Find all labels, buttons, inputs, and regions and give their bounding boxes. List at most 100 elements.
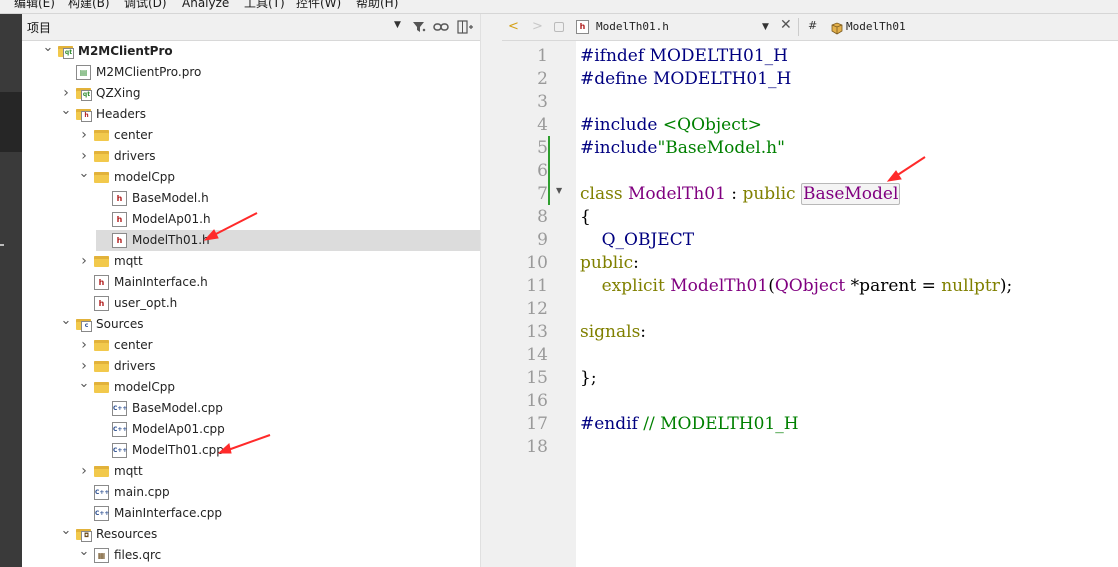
tree-item[interactable]: C++ ModelTh01.cpp (22, 440, 484, 461)
menu-item[interactable]: 构建(B) (68, 0, 110, 11)
fold-marker-icon[interactable]: ▼ (556, 186, 562, 195)
line-number: 13 (526, 322, 548, 342)
code-line[interactable]: #endif // MODELTH01_H (580, 413, 799, 436)
code-token: #endif (580, 414, 644, 434)
code-line[interactable]: { (580, 206, 591, 229)
tree-item[interactable]: C++ MainInterface.cpp (22, 503, 484, 524)
project-panel: 项目 ▼ ⌄ qt M2MClientPro ▤ M2MClientPro.pro › qt… (22, 14, 502, 567)
menu-item[interactable]: 控件(W) (296, 0, 341, 11)
code-line[interactable]: Q_OBJECT (580, 229, 694, 252)
tree-item-label: Resources (96, 527, 158, 541)
tree-item[interactable]: ⌄ qt M2MClientPro (22, 41, 484, 62)
forward-arrow-icon[interactable]: > (532, 19, 543, 34)
panel-splitter[interactable] (480, 14, 503, 567)
chevron-right-icon[interactable]: › (78, 254, 90, 268)
tree-item[interactable]: › center (22, 335, 484, 356)
code-line[interactable]: explicit ModelTh01(QObject *parent = nul… (580, 275, 1013, 298)
panel-view-selector[interactable]: 项目 (27, 19, 51, 36)
chevron-right-icon[interactable]: › (78, 338, 90, 352)
mode-edit-button[interactable] (0, 92, 22, 152)
chevron-down-icon[interactable]: ▼ (762, 22, 769, 32)
header-file-icon: h (112, 191, 127, 206)
split-icon[interactable] (456, 18, 474, 36)
code-token: : (633, 253, 639, 273)
chevron-down-icon[interactable]: ⌄ (78, 377, 90, 393)
tree-item-label: ModelTh01.h (132, 233, 210, 247)
header-file-icon: h (576, 20, 589, 34)
chevron-down-icon[interactable]: ⌄ (60, 314, 72, 330)
code-line[interactable]: #include"BaseModel.h" (580, 137, 785, 160)
code-line[interactable]: #define MODELTH01_H (580, 68, 791, 91)
code-line[interactable]: public: (580, 252, 639, 275)
code-line[interactable]: }; (580, 367, 597, 390)
menu-item[interactable]: 调试(D) (124, 0, 167, 11)
tree-item[interactable]: ⌄ modelCpp (22, 377, 484, 398)
code-line[interactable]: class ModelTh01 : public BaseModel (580, 183, 901, 206)
tree-item[interactable]: › drivers (22, 146, 484, 167)
tree-item[interactable]: h ModelAp01.h (22, 209, 484, 230)
tree-item[interactable]: h ModelTh01.h (96, 230, 484, 251)
menu-item[interactable]: 编辑(E) (14, 0, 55, 11)
tree-item[interactable]: › mqtt (22, 251, 484, 272)
tree-item[interactable]: › qt QZXing (22, 83, 484, 104)
tree-item[interactable]: h user_opt.h (22, 293, 484, 314)
sources-folder-icon: c (76, 319, 92, 332)
tree-item[interactable]: ⌄ ◘ Resources (22, 524, 484, 545)
tree-item-label: modelCpp (114, 380, 175, 394)
tree-item-label: BaseModel.cpp (132, 401, 223, 415)
tree-item[interactable]: ⌄ ▦ files.qrc (22, 545, 484, 566)
line-number: 2 (537, 69, 548, 89)
tree-item-label: Sources (96, 317, 144, 331)
chevron-down-icon[interactable]: ▼ (394, 20, 401, 30)
tree-item[interactable]: C++ BaseModel.cpp (22, 398, 484, 419)
tree-item[interactable]: ⌄ h Headers (22, 104, 484, 125)
symbol-selector[interactable]: ModelTh01 (846, 20, 906, 33)
link-editor-icon[interactable] (432, 18, 450, 36)
tree-item-label: main.cpp (114, 485, 170, 499)
document-selector[interactable]: ModelTh01.h (596, 20, 669, 33)
code-token: *parent = (845, 276, 942, 296)
tree-item[interactable]: ⌄ modelCpp (22, 167, 484, 188)
menu-item[interactable]: 帮助(H) (356, 0, 398, 11)
menu-item[interactable]: Analyze (182, 0, 229, 11)
chevron-down-icon[interactable]: ⌄ (78, 167, 90, 183)
folder-icon (94, 361, 109, 372)
chevron-down-icon[interactable]: ⌄ (60, 104, 72, 120)
close-document-icon[interactable]: ✕ (780, 17, 792, 33)
menu-item[interactable]: 工具(T) (244, 0, 285, 11)
tree-item[interactable]: ⌄ c Sources (22, 314, 484, 335)
tree-item-label: user_opt.h (114, 296, 178, 310)
tree-item[interactable]: › drivers (22, 356, 484, 377)
tree-item[interactable]: C++ ModelAp01.cpp (22, 419, 484, 440)
back-arrow-icon[interactable]: < (508, 19, 519, 34)
tree-item-label: M2MClientPro.pro (96, 65, 202, 79)
chevron-down-icon[interactable]: ⌄ (78, 545, 90, 561)
tree-item[interactable]: h BaseModel.h (22, 188, 484, 209)
code-token: signals (580, 322, 641, 342)
chevron-right-icon[interactable]: › (78, 128, 90, 142)
code-line[interactable]: #include <QObject> (580, 114, 762, 137)
chevron-down-icon[interactable]: ⌄ (60, 524, 72, 540)
code-token: // MODELTH01_H (643, 414, 799, 434)
chevron-right-icon[interactable]: › (78, 464, 90, 478)
tree-item[interactable]: › mqtt (22, 461, 484, 482)
tree-item[interactable]: ▤ M2MClientPro.pro (22, 62, 484, 83)
class-icon (830, 20, 843, 35)
tree-item-label: MainInterface.cpp (114, 506, 223, 520)
tree-item-label: MainInterface.h (114, 275, 208, 289)
tree-item-label: BaseModel.h (132, 191, 209, 205)
chevron-right-icon[interactable]: › (78, 359, 90, 373)
tree-item[interactable]: C++ main.cpp (22, 482, 484, 503)
code-line[interactable]: signals: (580, 321, 646, 344)
chevron-right-icon[interactable]: › (78, 149, 90, 163)
chevron-down-icon[interactable]: ⌄ (42, 41, 54, 57)
qrc-file-icon: ▦ (94, 548, 109, 563)
code-token: ); (999, 276, 1013, 296)
code-line[interactable]: #ifndef MODELTH01_H (580, 45, 788, 68)
tree-item-label: ModelTh01.cpp (132, 443, 224, 457)
tree-item[interactable]: h MainInterface.h (22, 272, 484, 293)
project-tree[interactable]: ⌄ qt M2MClientPro ▤ M2MClientPro.pro › qt QZXin… (22, 41, 486, 567)
tree-item[interactable]: › center (22, 125, 484, 146)
chevron-right-icon[interactable]: › (60, 86, 72, 100)
filter-icon[interactable] (410, 18, 428, 36)
